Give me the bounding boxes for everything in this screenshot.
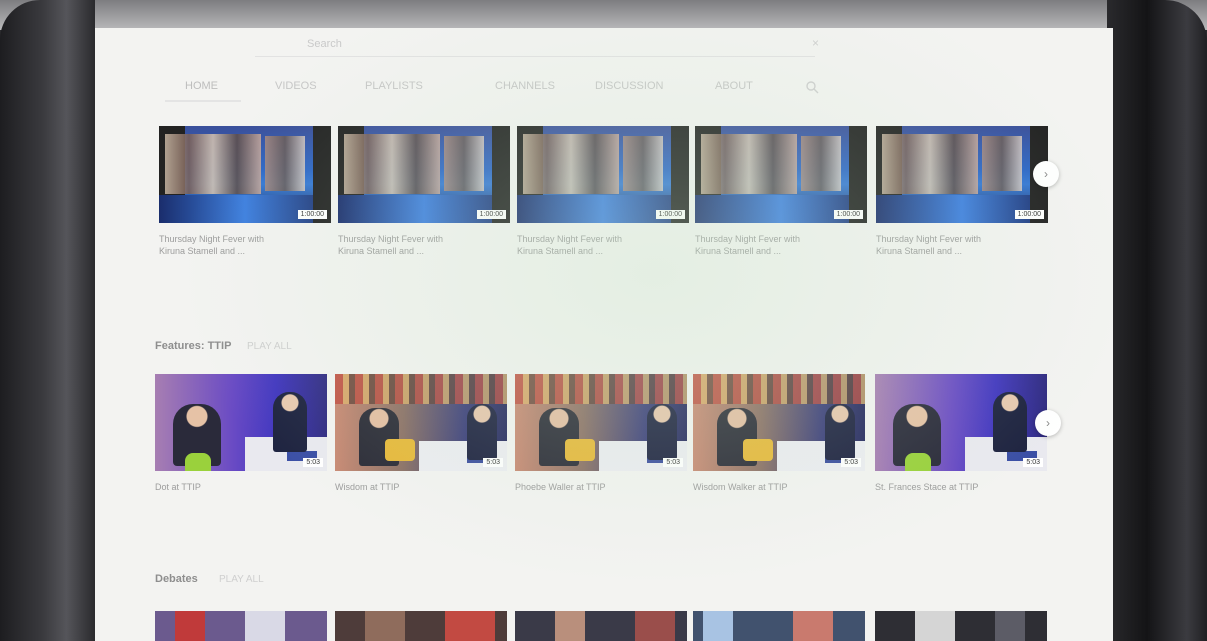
video-thumbnail[interactable]: 1:00:00: [338, 126, 510, 223]
play-all-link[interactable]: PLAY ALL: [219, 574, 264, 585]
video-card[interactable]: 1:00:00 Thursday Night Fever with Kiruna…: [517, 126, 689, 257]
tab-home[interactable]: HOME: [185, 80, 218, 92]
video-card[interactable]: 5:03 St. Frances Stace at TTIP: [875, 374, 1047, 493]
video-title[interactable]: Thursday Night Fever with: [695, 233, 867, 245]
video-thumbnail[interactable]: 5:03: [693, 374, 865, 471]
video-title[interactable]: Dot at TTIP: [155, 481, 327, 493]
video-title[interactable]: Thursday Night Fever with: [159, 233, 331, 245]
duration-badge: 5:03: [663, 458, 683, 467]
video-title[interactable]: St. Frances Stace at TTIP: [875, 481, 1047, 493]
video-title[interactable]: Phoebe Waller at TTIP: [515, 481, 687, 493]
video-thumbnail[interactable]: [693, 611, 865, 641]
video-card[interactable]: 1:00:00 Thursday Night Fever with Kiruna…: [338, 126, 510, 257]
video-thumbnail[interactable]: [155, 611, 327, 641]
video-thumbnail[interactable]: 5:03: [515, 374, 687, 471]
video-thumbnail[interactable]: 1:00:00: [876, 126, 1048, 223]
tab-discussion[interactable]: DISCUSSION: [595, 80, 663, 92]
video-title-line2[interactable]: Kiruna Stamell and ...: [695, 245, 867, 257]
video-title-line2[interactable]: Kiruna Stamell and ...: [338, 245, 510, 257]
chevron-right-icon[interactable]: ›: [1035, 410, 1061, 436]
duration-badge: 5:03: [483, 458, 503, 467]
tab-playlists[interactable]: PLAYLISTS: [365, 80, 423, 92]
video-thumbnail[interactable]: 1:00:00: [517, 126, 689, 223]
duration-badge: 1:00:00: [476, 210, 506, 219]
video-shelf-3: Debates PLAY ALL: [95, 573, 1113, 641]
video-thumbnail[interactable]: [515, 611, 687, 641]
video-shelf-1: 1:00:00 Thursday Night Fever with Kiruna…: [95, 126, 1113, 306]
video-title[interactable]: Thursday Night Fever with: [876, 233, 1048, 245]
search-icon[interactable]: [805, 80, 819, 94]
play-all-link[interactable]: PLAY ALL: [247, 341, 292, 352]
video-shelf-2: Features: TTIP PLAY ALL 5:03 Dot at TTIP…: [95, 336, 1113, 536]
video-thumbnail[interactable]: 1:00:00: [695, 126, 867, 223]
device-frame-top: [0, 0, 1207, 30]
duration-badge: 1:00:00: [1014, 210, 1044, 219]
tab-channels[interactable]: CHANNELS: [495, 80, 555, 92]
video-thumbnail[interactable]: 5:03: [875, 374, 1047, 471]
video-title[interactable]: Thursday Night Fever with: [338, 233, 510, 245]
duration-badge: 5:03: [841, 458, 861, 467]
video-card[interactable]: 1:00:00 Thursday Night Fever with Kiruna…: [159, 126, 331, 257]
active-tab-indicator: [165, 100, 241, 102]
device-frame-left: [0, 0, 95, 641]
video-title-line2[interactable]: Kiruna Stamell and ...: [876, 245, 1048, 257]
channel-tabs: HOME VIDEOS PLAYLISTS CHANNELS DISCUSSIO…: [165, 76, 865, 102]
video-card[interactable]: 5:03 Dot at TTIP: [155, 374, 327, 493]
close-icon[interactable]: ×: [812, 36, 819, 50]
duration-badge: 5:03: [303, 458, 323, 467]
shelf-title[interactable]: Features: TTIP: [155, 340, 231, 352]
tab-videos[interactable]: VIDEOS: [275, 80, 317, 92]
video-thumbnail[interactable]: [335, 611, 507, 641]
video-thumbnail[interactable]: 5:03: [335, 374, 507, 471]
video-title[interactable]: Wisdom at TTIP: [335, 481, 507, 493]
device-frame-right: [1107, 0, 1207, 641]
search-bar[interactable]: Search ×: [255, 34, 819, 57]
screen: Search × HOME VIDEOS PLAYLISTS CHANNELS …: [95, 28, 1113, 641]
video-card[interactable]: 5:03 Phoebe Waller at TTIP: [515, 374, 687, 493]
video-title-line2[interactable]: Kiruna Stamell and ...: [517, 245, 689, 257]
video-thumbnail[interactable]: 1:00:00: [159, 126, 331, 223]
search-input[interactable]: Search: [307, 38, 342, 50]
duration-badge: 1:00:00: [833, 210, 863, 219]
duration-badge: 5:03: [1023, 458, 1043, 467]
video-card[interactable]: 1:00:00 Thursday Night Fever with Kiruna…: [695, 126, 867, 257]
duration-badge: 1:00:00: [655, 210, 685, 219]
video-title[interactable]: Thursday Night Fever with: [517, 233, 689, 245]
video-thumbnail[interactable]: [875, 611, 1047, 641]
video-thumbnail[interactable]: 5:03: [155, 374, 327, 471]
video-card[interactable]: 5:03 Wisdom Walker at TTIP: [693, 374, 865, 493]
shelf-title[interactable]: Debates: [155, 573, 198, 585]
chevron-right-icon[interactable]: ›: [1033, 161, 1059, 187]
video-title[interactable]: Wisdom Walker at TTIP: [693, 481, 865, 493]
video-title-line2[interactable]: Kiruna Stamell and ...: [159, 245, 331, 257]
tab-about[interactable]: ABOUT: [715, 80, 753, 92]
video-card[interactable]: 1:00:00 Thursday Night Fever with Kiruna…: [876, 126, 1048, 257]
video-card[interactable]: 5:03 Wisdom at TTIP: [335, 374, 507, 493]
duration-badge: 1:00:00: [297, 210, 327, 219]
